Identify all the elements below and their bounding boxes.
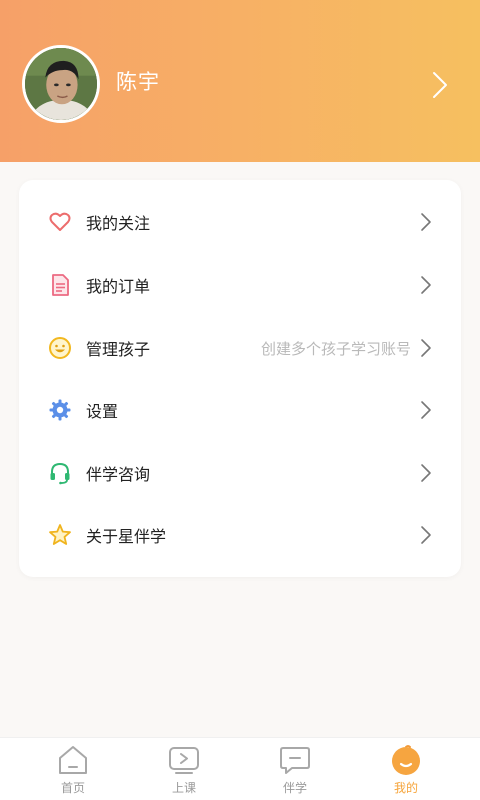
- heart-icon: [49, 212, 71, 231]
- star-icon: [49, 524, 71, 545]
- nav-item-class[interactable]: 上课: [124, 738, 244, 800]
- menu-label: 我的关注: [86, 214, 151, 233]
- play-class-icon: [169, 747, 199, 774]
- chevron-right-icon: [421, 401, 431, 419]
- profile-page: 陈宇 我的关注 我的订单 管理孩子 创建多个孩子学习账号 设置 伴学咨询 关于星…: [0, 0, 480, 800]
- bottom-nav: 首页 上课 伴学 我的: [0, 737, 480, 800]
- menu-item-manage-children[interactable]: 管理孩子 创建多个孩子学习账号: [19, 317, 461, 379]
- menu-item-following[interactable]: 我的关注: [19, 191, 461, 253]
- headset-icon: [50, 462, 70, 485]
- smiley-face-icon: [49, 337, 71, 359]
- chevron-right-icon: [421, 526, 431, 544]
- menu-hint: 创建多个孩子学习账号: [260, 339, 411, 358]
- nav-item-mine[interactable]: 我的: [346, 738, 466, 800]
- chevron-right-icon: [421, 339, 431, 357]
- chevron-right-icon: [421, 464, 431, 482]
- menu-label: 我的订单: [86, 277, 151, 296]
- menu-item-about[interactable]: 关于星伴学: [19, 504, 461, 566]
- menu-item-consult[interactable]: 伴学咨询: [19, 442, 461, 504]
- profile-face-icon: [392, 745, 420, 775]
- nav-label: 我的: [393, 781, 418, 795]
- gear-icon: [49, 399, 71, 421]
- chevron-right-icon[interactable]: [428, 70, 452, 100]
- menu-label: 管理孩子: [86, 340, 151, 359]
- nav-label: 上课: [171, 781, 196, 795]
- avatar-photo: [25, 48, 97, 120]
- menu-item-orders[interactable]: 我的订单: [19, 254, 461, 316]
- chevron-right-icon: [421, 213, 431, 231]
- menu-item-settings[interactable]: 设置: [19, 379, 461, 441]
- menu-label: 设置: [86, 402, 119, 421]
- user-name: 陈宇: [116, 70, 160, 94]
- menu-card: 我的关注 我的订单 管理孩子 创建多个孩子学习账号 设置 伴学咨询 关于星伴学: [19, 180, 461, 577]
- avatar[interactable]: [22, 45, 100, 123]
- chat-bubble-icon: [280, 747, 310, 774]
- menu-label: 伴学咨询: [86, 465, 151, 484]
- nav-item-home[interactable]: 首页: [13, 738, 133, 800]
- nav-item-companion[interactable]: 伴学: [235, 738, 355, 800]
- profile-header[interactable]: 陈宇: [0, 0, 480, 162]
- home-icon: [59, 746, 87, 774]
- nav-label: 首页: [60, 781, 85, 795]
- menu-label: 关于星伴学: [86, 527, 167, 546]
- nav-label: 伴学: [282, 781, 307, 795]
- chevron-right-icon: [421, 276, 431, 294]
- order-document-icon: [52, 274, 69, 296]
